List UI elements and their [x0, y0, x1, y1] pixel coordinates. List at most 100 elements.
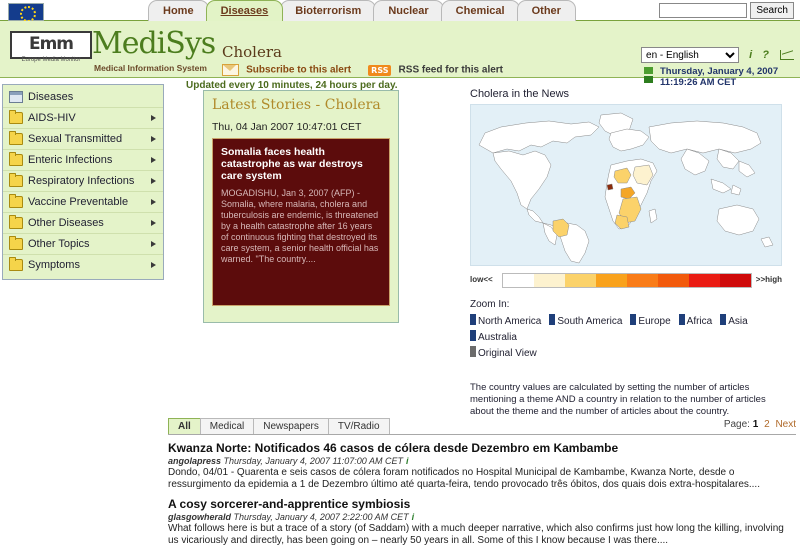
zoom-link-australia[interactable]: Australia	[470, 330, 517, 346]
window-icon	[9, 91, 23, 104]
sidebar-item-other-topics[interactable]: Other Topics	[3, 234, 163, 255]
legend-segment-7	[720, 274, 751, 287]
chevron-right-icon	[151, 262, 156, 268]
sidebar-item-enteric-infections[interactable]: Enteric Infections	[3, 150, 163, 171]
zoom-link-original-view[interactable]: Original View	[470, 346, 537, 362]
folder-icon	[9, 131, 23, 146]
rss-icon[interactable]: RSS	[368, 64, 392, 76]
zoom-link-asia[interactable]: Asia	[720, 314, 748, 330]
article-info-icon[interactable]: i	[412, 512, 415, 522]
language-row: en - English i ?	[641, 47, 794, 63]
chevron-right-icon	[151, 136, 156, 142]
zoom-link-south-america[interactable]: South America	[549, 314, 622, 330]
sidebar-item-sexual-transmitted[interactable]: Sexual Transmitted	[3, 129, 163, 150]
article-item: Kwanza Norte: Notificados 46 casos de có…	[168, 441, 796, 491]
zoom-link-europe[interactable]: Europe	[630, 314, 671, 330]
eu-flag-logo	[8, 3, 44, 22]
sidebar-item-label: Symptoms	[28, 259, 80, 272]
help-icon[interactable]: ?	[762, 49, 769, 61]
chevron-right-icon	[151, 199, 156, 205]
story-headline[interactable]: Somalia faces health catastrophe as war …	[221, 146, 381, 182]
legend-segment-6	[689, 274, 720, 287]
map-explanation-note: The country values are calculated by set…	[470, 382, 766, 417]
info-icon[interactable]: i	[749, 49, 752, 61]
chevron-right-icon	[151, 241, 156, 247]
chevron-right-icon	[151, 178, 156, 184]
zoom-in-label: Zoom In:	[470, 299, 510, 310]
sidebar-item-symptoms[interactable]: Symptoms	[3, 255, 163, 275]
zoom-link-label: South America	[557, 316, 623, 327]
chevron-right-icon	[151, 157, 156, 163]
main-navigation-tabs: Home Diseases Bioterrorism Nuclear Chemical O…	[148, 0, 576, 21]
language-select[interactable]: en - English	[641, 47, 740, 63]
folder-icon	[9, 257, 23, 272]
sidebar-item-label: Other Topics	[28, 238, 90, 251]
nav-tab-bioterrorism[interactable]: Bioterrorism	[280, 0, 377, 21]
legend-segment-2	[565, 274, 596, 287]
legend-segment-3	[596, 274, 627, 287]
page-title: Cholera	[222, 43, 282, 61]
medisys-wordmark: MediSys	[92, 26, 216, 61]
bullet-square-icon	[470, 314, 476, 325]
legend-segment-0	[503, 274, 534, 287]
zoom-link-label: Asia	[728, 316, 748, 327]
map-color-legend: low<< >>high	[470, 273, 782, 288]
news-tab-newspapers[interactable]: Newspapers	[253, 418, 329, 434]
zoom-link-africa[interactable]: Africa	[678, 314, 712, 330]
bullet-square-icon	[549, 314, 556, 325]
sidebar-item-vaccine-preventable[interactable]: Vaccine Preventable	[3, 192, 163, 213]
alert-actions: Subscribe to this alert RSS RSS feed for…	[222, 64, 503, 78]
current-date: Thursday, January 4, 2007	[660, 66, 779, 77]
sidebar-item-label: Respiratory Infections	[28, 175, 135, 188]
top-bar: Home Diseases Bioterrorism Nuclear Chemical O…	[0, 0, 800, 22]
article-title[interactable]: Kwanza Norte: Notificados 46 casos de có…	[168, 441, 796, 455]
news-tab-tv-radio[interactable]: TV/Radio	[327, 418, 390, 434]
search-input[interactable]	[659, 3, 748, 18]
search-button[interactable]: Search	[750, 2, 794, 19]
nav-tab-home[interactable]: Home	[148, 0, 209, 21]
sidebar-item-other-diseases[interactable]: Other Diseases	[3, 213, 163, 234]
folder-icon	[9, 236, 23, 251]
latest-stories-title: Latest Stories - Cholera	[212, 97, 381, 113]
page-current: 1	[752, 419, 759, 430]
sidebar-item-aids-hiv[interactable]: AIDS-HIV	[3, 108, 163, 129]
nav-tab-diseases[interactable]: Diseases	[205, 0, 284, 21]
article-snippet: What follows here is but a trace of a st…	[168, 523, 784, 546]
nav-tab-other[interactable]: Other	[516, 0, 576, 21]
zoom-link-north-america[interactable]: North America	[470, 314, 541, 330]
news-tab-all[interactable]: All	[168, 418, 201, 434]
page-2-link[interactable]: 2	[764, 419, 770, 430]
story-summary: MOGADISHU, Jan 3, 2007 (AFP) - Somalia, …	[221, 188, 379, 264]
world-map[interactable]	[470, 104, 782, 266]
rss-feed-link[interactable]: RSS feed for this alert	[399, 65, 503, 76]
article-item: A cosy sorcerer-and-apprentice symbiosis…	[168, 497, 796, 547]
legend-color-bar	[502, 273, 752, 288]
flag-indicator-icon-2	[644, 76, 653, 83]
nav-tab-nuclear[interactable]: Nuclear	[373, 0, 444, 21]
map-panel: Cholera in the News low<< >>high Zoom In…	[470, 88, 788, 418]
zoom-link-label: Australia	[478, 332, 517, 343]
page-next-link[interactable]: Next	[775, 419, 796, 430]
legend-segment-5	[658, 274, 689, 287]
news-tab-medical[interactable]: Medical	[199, 418, 255, 434]
emm-logo-subtitle: Europe Media Monitor	[21, 57, 81, 63]
subscribe-link[interactable]: Subscribe to this alert	[246, 65, 351, 76]
folder-icon	[9, 194, 23, 209]
article-title[interactable]: A cosy sorcerer-and-apprentice symbiosis	[168, 497, 796, 511]
news-filter-tabs: All Medical Newspapers TV/Radio Page: 1 2 N…	[168, 418, 796, 435]
sidebar-item-label: Other Diseases	[28, 217, 104, 230]
statistics-chart-icon[interactable]	[780, 50, 794, 60]
chevron-right-icon	[151, 220, 156, 226]
legend-segment-4	[627, 274, 658, 287]
legend-low-label: low<<	[470, 275, 493, 284]
nav-tab-chemical[interactable]: Chemical	[440, 0, 520, 21]
folder-icon	[9, 173, 23, 188]
legend-segment-1	[534, 274, 565, 287]
article-list: Kwanza Norte: Notificados 46 casos de có…	[168, 441, 796, 547]
story-card[interactable]: Somalia faces health catastrophe as war …	[212, 138, 390, 306]
sidebar-item-respiratory-infections[interactable]: Respiratory Infections	[3, 171, 163, 192]
article-info-icon[interactable]: i	[406, 456, 409, 466]
sidebar-item-label: Sexual Transmitted	[28, 133, 123, 146]
sidebar-item-label: AIDS-HIV	[28, 112, 76, 125]
sidebar-item-diseases[interactable]: Diseases	[3, 87, 163, 108]
